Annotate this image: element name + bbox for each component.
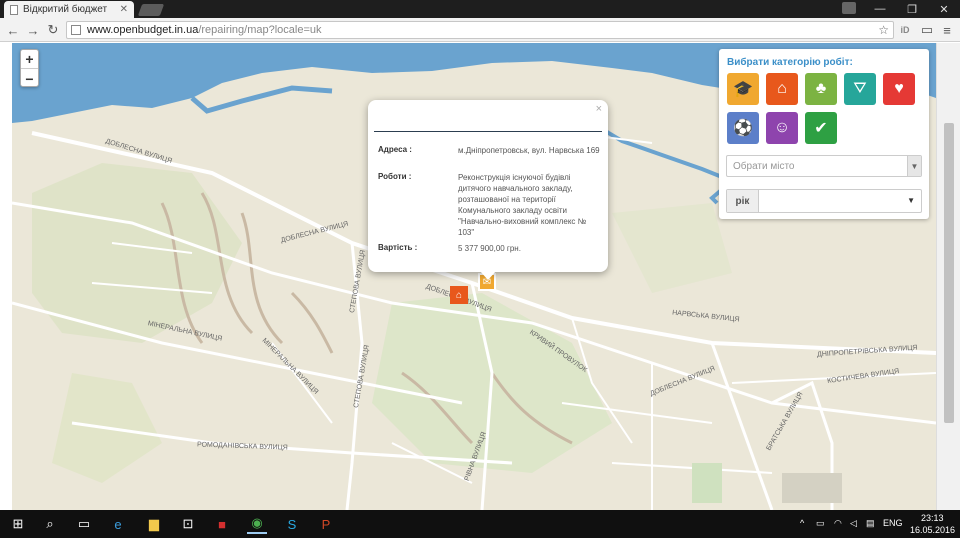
category-panel: Вибрати категорію робіт: 🎓 ⌂ ♣ ⛛ ♥ ⚽ ☺ ✔… — [719, 49, 929, 219]
cost-value: 5 377 900,00 грн. — [458, 244, 521, 253]
windows-start-icon[interactable]: ⊞ — [8, 514, 28, 534]
task-view-icon[interactable]: ▭ — [74, 514, 94, 534]
window-close-icon[interactable]: ✕ — [928, 0, 960, 18]
minimize-icon[interactable]: — — [864, 0, 896, 18]
city-select[interactable]: Обрати місто ▼ — [726, 155, 922, 177]
popup-divider — [374, 131, 602, 132]
store-icon[interactable]: ⊡ — [178, 514, 198, 534]
works-label: Роботи : — [378, 172, 412, 181]
scrollbar-thumb[interactable] — [944, 123, 954, 423]
zoom-out-button[interactable]: − — [21, 69, 38, 88]
tray-chevron-up-icon[interactable]: ^ — [800, 518, 804, 528]
skype-icon[interactable]: S — [282, 514, 302, 534]
chevron-down-icon: ▼ — [907, 196, 915, 205]
panel-title: Вибрати категорію робіт: — [727, 57, 853, 68]
project-popup: × Адреса : м.Дніпропетровськ, вул. Нарвс… — [368, 100, 608, 272]
clock-time[interactable]: 23:13 — [921, 513, 944, 523]
page-icon — [10, 4, 18, 15]
popup-address-row: Адреса : м.Дніпропетровськ, вул. Нарвськ… — [378, 145, 600, 156]
search-icon[interactable]: ⌕ — [40, 514, 60, 534]
browser-toolbar: ← → ↻ www.openbudget.in.ua /repairing/ma… — [0, 18, 960, 42]
sport-ball-icon[interactable]: ⚽ — [727, 112, 759, 144]
kindergarten-icon[interactable]: ⌂ — [766, 73, 798, 105]
page-margin — [0, 43, 12, 510]
powerpoint-icon[interactable]: P — [316, 514, 336, 534]
screen: Відкритий бюджет ✕ — ❐ ✕ ← → ↻ www.openb… — [0, 0, 960, 538]
popup-works-row: Роботи : Реконструкція існуючої будівлі … — [378, 172, 600, 238]
language-indicator[interactable]: ENG — [883, 518, 903, 528]
address-bar[interactable]: www.openbudget.in.ua /repairing/map?loca… — [66, 21, 894, 39]
app-red-icon[interactable]: ■ — [212, 514, 232, 534]
extension-icon[interactable]: iD — [896, 21, 914, 39]
works-value: Реконструкція існуючої будівлі дитячого … — [458, 173, 587, 237]
page-info-icon[interactable] — [71, 25, 81, 35]
city-select-placeholder: Обрати місто — [733, 160, 795, 172]
url-host: www.openbudget.in.ua — [87, 24, 199, 36]
address-label: Адреса : — [378, 145, 412, 154]
kindergarten-marker-icon[interactable]: ⌂ — [450, 286, 468, 304]
popup-pointer — [480, 271, 496, 280]
forward-arrow-icon[interactable]: → — [24, 21, 42, 39]
restore-icon[interactable]: ❐ — [896, 0, 928, 18]
year-select[interactable]: ▼ — [759, 190, 921, 212]
user-profile-icon[interactable] — [842, 2, 856, 14]
education-cap-icon[interactable]: 🎓 — [727, 73, 759, 105]
popup-cost-row: Вартість : 5 377 900,00 грн. — [378, 243, 600, 254]
notification-icon[interactable]: ▤ — [866, 518, 875, 529]
edge-browser-icon[interactable]: e — [108, 514, 128, 534]
zoom-in-button[interactable]: + — [21, 50, 38, 69]
cost-label: Вартість : — [378, 243, 418, 252]
address-value: м.Дніпропетровськ, вул. Нарвська 169 — [458, 146, 600, 155]
safety-check-icon[interactable]: ✔ — [805, 112, 837, 144]
year-label: рік — [727, 190, 759, 212]
browser-tab[interactable]: Відкритий бюджет ✕ — [4, 1, 134, 18]
zoom-control: + − — [20, 49, 39, 87]
browser-tab-strip: Відкритий бюджет ✕ — ❐ ✕ — [0, 0, 960, 18]
park-tree-icon[interactable]: ♣ — [805, 73, 837, 105]
menu-icon[interactable]: ≡ — [938, 21, 956, 39]
wifi-icon[interactable]: ◠ — [834, 518, 842, 529]
chevron-down-icon: ▼ — [907, 156, 921, 176]
tab-close-icon[interactable]: ✕ — [120, 4, 128, 15]
road-icon[interactable]: ⛛ — [844, 73, 876, 105]
file-explorer-icon[interactable]: ▆ — [144, 514, 164, 534]
year-select-group: рік ▼ — [726, 189, 922, 213]
page-scrollbar[interactable] — [936, 43, 960, 510]
volume-icon[interactable]: ◁ — [850, 518, 857, 529]
culture-masks-icon[interactable]: ☺ — [766, 112, 798, 144]
popup-close-icon[interactable]: × — [596, 103, 602, 115]
url-path: /repairing/map?locale=uk — [198, 24, 322, 36]
reload-icon[interactable]: ↻ — [44, 21, 62, 39]
cast-icon[interactable]: ▭ — [918, 21, 936, 39]
back-arrow-icon[interactable]: ← — [4, 21, 22, 39]
heart-health-icon[interactable]: ♥ — [883, 73, 915, 105]
tab-title: Відкритий бюджет — [23, 4, 108, 15]
battery-icon[interactable]: ▭ — [816, 518, 825, 529]
clock-date[interactable]: 16.05.2016 — [910, 525, 955, 535]
windows-taskbar: ⊞ ⌕ ▭ e ▆ ⊡ ■ ◉ S P ^ ▭ ◠ ◁ ▤ ENG 23:13 … — [0, 510, 960, 538]
bookmark-star-icon[interactable]: ☆ — [878, 23, 889, 37]
new-tab-button[interactable] — [137, 4, 165, 16]
chrome-icon[interactable]: ◉ — [247, 514, 267, 534]
